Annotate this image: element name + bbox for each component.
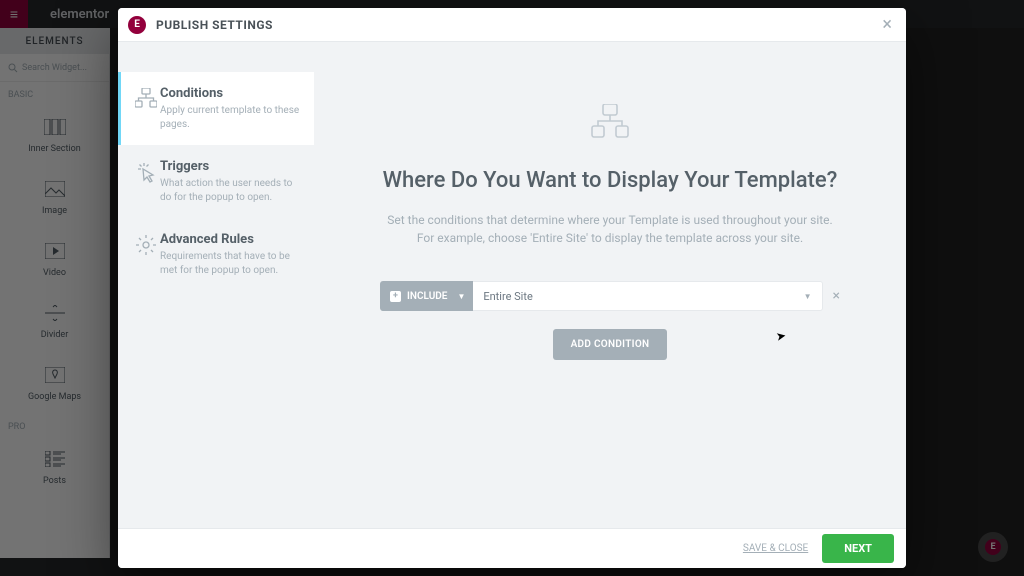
publish-settings-modal: E PUBLISH SETTINGS × Conditions Apply cu… (118, 8, 906, 568)
nav-title: Triggers (160, 159, 302, 174)
include-dropdown[interactable]: + INCLUDE ▼ (380, 281, 473, 311)
settings-nav: Conditions Apply current template to the… (118, 42, 314, 528)
save-close-button[interactable]: SAVE & CLOSE (743, 543, 808, 554)
close-button[interactable]: × (878, 14, 896, 35)
nav-title: Conditions (160, 86, 302, 101)
cursor-icon: ➤ (775, 328, 787, 344)
settings-main: Where Do You Want to Display Your Templa… (314, 42, 906, 528)
modal-footer: SAVE & CLOSE NEXT (118, 528, 906, 568)
remove-condition-button[interactable]: × (833, 288, 840, 304)
modal-header: E PUBLISH SETTINGS × (118, 8, 906, 42)
nav-title: Advanced Rules (160, 232, 302, 247)
sitemap-icon (132, 86, 160, 131)
tab-conditions[interactable]: Conditions Apply current template to the… (118, 72, 314, 145)
next-button[interactable]: NEXT (822, 534, 894, 563)
condition-row: + INCLUDE ▼ Entire Site ▼ × (380, 281, 840, 311)
modal-title: PUBLISH SETTINGS (156, 18, 273, 32)
tab-advanced-rules[interactable]: Advanced Rules Requirements that have to… (118, 218, 314, 291)
main-heading: Where Do You Want to Display Your Templa… (383, 168, 838, 193)
modal-body: Conditions Apply current template to the… (118, 42, 906, 528)
gear-icon (132, 232, 160, 277)
condition-value: Entire Site (483, 290, 532, 303)
nav-desc: Requirements that have to be met for the… (160, 250, 302, 277)
include-label: INCLUDE (407, 291, 447, 302)
click-icon (132, 159, 160, 204)
nav-desc: What action the user needs to do for the… (160, 177, 302, 204)
chevron-down-icon: ▼ (457, 292, 465, 301)
sitemap-hero-icon (590, 104, 630, 142)
chevron-down-icon: ▼ (804, 292, 812, 301)
condition-select[interactable]: Entire Site ▼ (473, 281, 822, 311)
main-subtext: Set the conditions that determine where … (380, 211, 840, 247)
nav-desc: Apply current template to these pages. (160, 104, 302, 131)
add-condition-button[interactable]: ADD CONDITION (553, 329, 668, 360)
plus-icon: + (390, 291, 401, 302)
elementor-logo-icon: E (128, 16, 146, 34)
tab-triggers[interactable]: Triggers What action the user needs to d… (118, 145, 314, 218)
